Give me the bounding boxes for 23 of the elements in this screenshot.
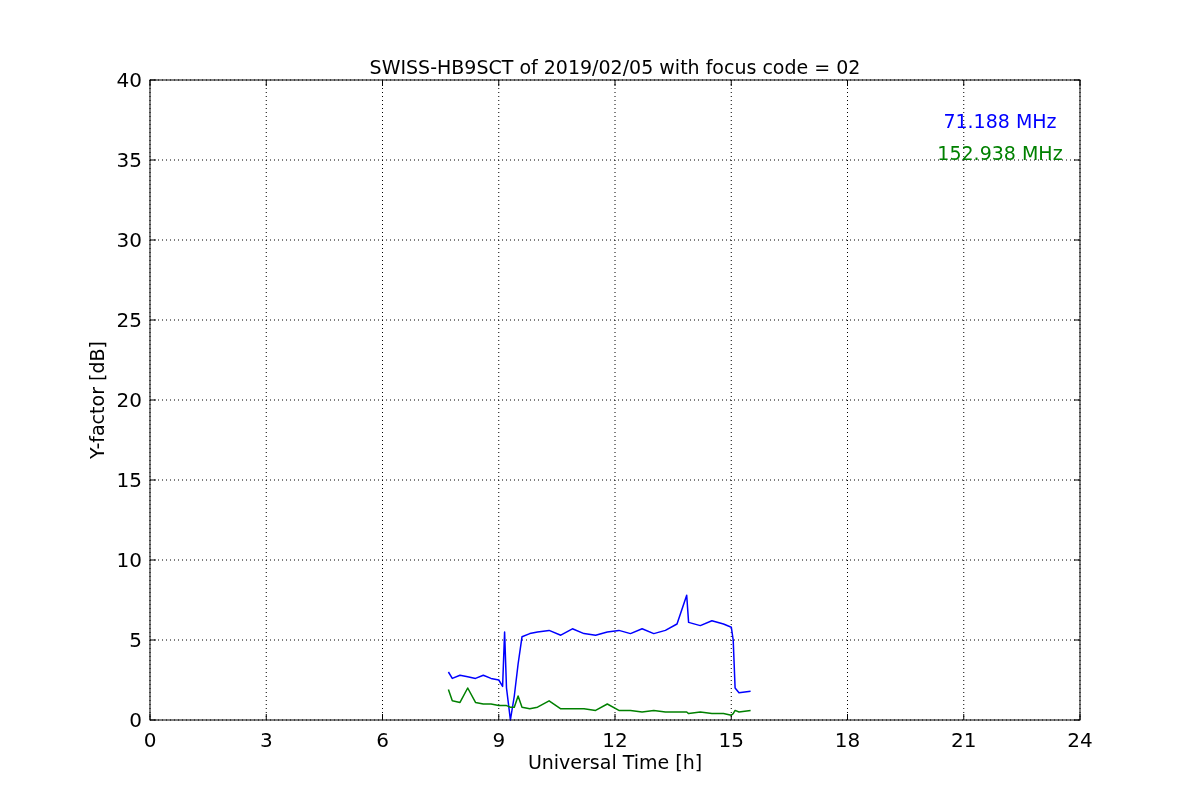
- tick-label: 30: [116, 228, 142, 252]
- x-axis-label: Universal Time [h]: [527, 751, 703, 773]
- tick-label: 5: [129, 628, 142, 652]
- tick-label: 12: [602, 728, 628, 752]
- chart-title: SWISS-HB9SCT of 2019/02/05 with focus code = 02: [369, 56, 861, 78]
- tick-label: 9: [492, 728, 506, 752]
- tick-label: 25: [116, 308, 142, 332]
- tick-label: 20: [116, 388, 142, 412]
- tick-label: 40: [116, 68, 142, 92]
- legend-label: 152.938 MHz: [937, 142, 1063, 164]
- tick-label: 3: [259, 728, 273, 752]
- tick-label: 6: [376, 728, 389, 752]
- tick-label: 24: [1067, 728, 1093, 752]
- y-axis-label: Y-factor [dB]: [86, 341, 108, 459]
- tick-label: 0: [143, 728, 157, 752]
- legend-label: 71.188 MHz: [943, 110, 1057, 132]
- tick-label: 18: [834, 728, 861, 752]
- tick-label: 35: [116, 148, 142, 172]
- tick-label: 10: [116, 548, 142, 572]
- tick-label: 15: [718, 728, 744, 752]
- tick-label: 21: [951, 728, 977, 752]
- tick-label: 0: [129, 708, 142, 732]
- tick-label: 15: [116, 468, 142, 492]
